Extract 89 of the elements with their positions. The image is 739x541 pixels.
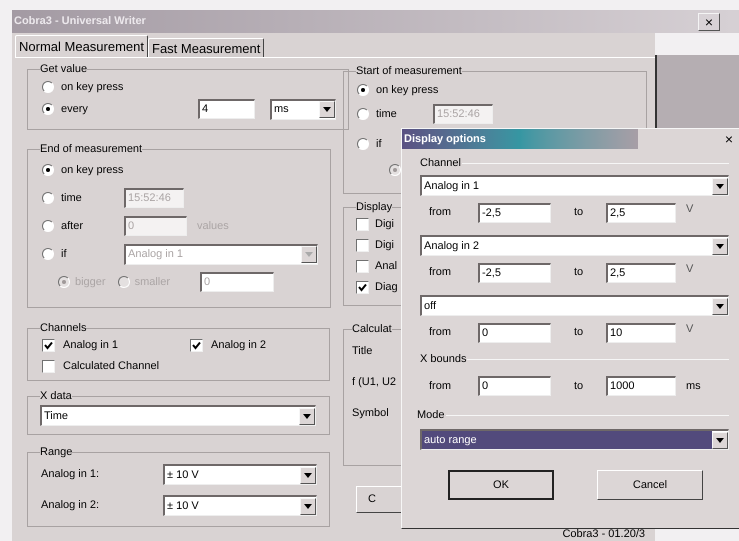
radio-label: every (61, 102, 89, 117)
input-field[interactable]: 2,5 (606, 202, 676, 222)
group-title: Channel (420, 156, 462, 171)
version-label: Cobra3 - 01.20/3 (562, 527, 646, 541)
radio-label: on key press (61, 162, 124, 178)
dropdown[interactable]: Analog in 1 (420, 175, 729, 196)
from-label: from (428, 325, 452, 340)
dropdown[interactable]: ms (270, 98, 336, 120)
input-field[interactable]: 10 (606, 322, 676, 342)
radio-button[interactable] (42, 164, 54, 176)
dialog-button[interactable]: Cancel (597, 470, 703, 500)
caret-icon[interactable] (300, 466, 316, 484)
caret-icon[interactable] (299, 408, 315, 424)
range-label: Analog in 1: (41, 467, 100, 482)
radio-button[interactable] (357, 138, 369, 150)
checkbox-label: Analog in 2 (211, 338, 266, 354)
input-field[interactable]: 0 (478, 376, 551, 396)
input-field[interactable]: -2,5 (478, 262, 551, 282)
to-label: to (573, 265, 584, 280)
group-title: Calculat (352, 322, 392, 336)
tab[interactable]: Normal Measurement (15, 35, 148, 57)
to-label: to (573, 205, 584, 220)
group-title: X bounds (420, 352, 468, 367)
radio-label: time (376, 106, 398, 122)
checkbox[interactable] (356, 239, 369, 252)
checkbox-label: Analog in 1 (63, 338, 118, 354)
caret-icon[interactable] (712, 432, 728, 448)
dialog-button[interactable]: OK (448, 470, 554, 500)
radio-label: on key press (376, 82, 438, 98)
input-field[interactable]: 2,5 (606, 262, 676, 282)
window-title: Cobra3 - Universal Writer (13, 14, 146, 30)
dropdown[interactable]: off (420, 295, 729, 316)
dialog-title-bar: Display options (402, 129, 638, 149)
checkbox[interactable] (42, 339, 55, 352)
radio-button[interactable] (357, 84, 369, 96)
checkbox[interactable] (42, 360, 55, 373)
unit-label: ms (685, 378, 701, 394)
field-label: f (U1, U2 (352, 375, 396, 390)
input-field[interactable]: 1000 (606, 376, 676, 396)
checkbox[interactable] (356, 218, 369, 231)
caret-icon[interactable] (712, 298, 728, 314)
checkbox[interactable] (356, 260, 369, 273)
close-button[interactable]: × (724, 132, 733, 146)
close-button[interactable]: × (698, 12, 720, 30)
to-label: to (573, 378, 584, 394)
checkbox-label: Anal (375, 259, 398, 274)
group-title: X data (40, 389, 72, 403)
group-title: Get value (40, 62, 88, 76)
radio-label: after (61, 218, 84, 234)
radio-label: time (61, 190, 83, 206)
tab[interactable]: Fast Measurement (148, 38, 264, 57)
checkbox-label: Diag (375, 280, 398, 296)
checkbox-label: Digi (375, 217, 394, 232)
caret-icon[interactable] (712, 238, 728, 254)
checkbox[interactable] (356, 281, 369, 294)
unit-label: V (685, 322, 694, 338)
dropdown[interactable]: ± 10 V (163, 464, 317, 485)
checkbox-label: Calculated Channel (63, 359, 160, 374)
radio-label: on key press (61, 80, 124, 95)
input-field[interactable]: 4 (198, 99, 255, 119)
caret-icon[interactable] (712, 178, 728, 194)
dropdown[interactable]: auto range (420, 429, 729, 450)
dropdown[interactable]: ± 10 V (163, 495, 317, 516)
unit-label: V (685, 202, 694, 218)
radio-button[interactable] (42, 81, 54, 93)
group-title: Range (40, 445, 72, 459)
group-title: Channels (40, 321, 86, 335)
group-title: Start of measurement (356, 64, 462, 78)
unit-label: V (685, 262, 694, 278)
group-title: End of measurement (40, 142, 142, 156)
input-field[interactable]: 0 (478, 322, 551, 342)
caret-icon[interactable] (319, 101, 335, 118)
from-label: from (428, 265, 452, 280)
field-label: Title (352, 344, 372, 360)
from-label: from (428, 205, 452, 220)
range-label: Analog in 2: (41, 498, 100, 514)
checkbox[interactable] (190, 339, 203, 352)
dropdown[interactable]: Time (40, 405, 316, 426)
to-label: to (573, 325, 584, 340)
field-label: Symbol (352, 406, 389, 422)
group-title: Mode (417, 408, 446, 423)
dropdown[interactable]: Analog in 2 (420, 235, 729, 256)
caret-icon[interactable] (300, 498, 316, 514)
input-field[interactable]: -2,5 (478, 202, 551, 222)
radio-label: if (61, 246, 68, 262)
radio-button[interactable] (42, 103, 54, 115)
checkbox-label: Digi (375, 238, 394, 254)
group-title: Display (356, 200, 392, 214)
from-label: from (428, 378, 452, 394)
